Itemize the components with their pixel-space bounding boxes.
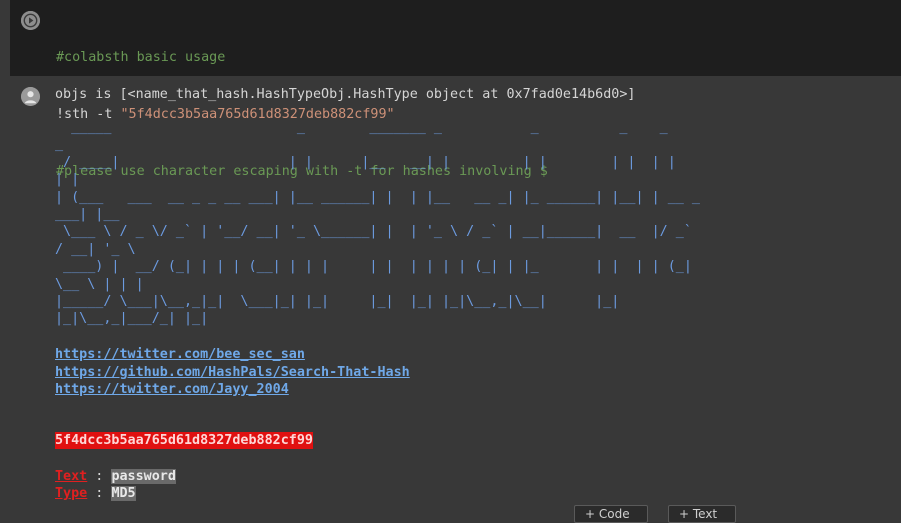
result-separator: :: [87, 486, 112, 501]
add-text-cell-button[interactable]: + Text: [668, 505, 736, 523]
link-github-search-that-hash[interactable]: https://github.com/HashPals/Search-That-…: [55, 364, 410, 381]
hash-value: 5f4dcc3b5aa765d61d8327deb882cf99: [55, 432, 313, 449]
code-line-comment-1: #colabsth basic usage: [56, 50, 226, 65]
output-avatar-icon[interactable]: [21, 87, 40, 106]
result-row-text: Text : password: [55, 468, 176, 485]
cell-output: objs is [<name_that_hash.HashTypeObj.Has…: [0, 76, 901, 514]
person-icon: [21, 87, 40, 106]
run-cell-button[interactable]: [21, 11, 40, 30]
result-key-text: Text: [55, 469, 88, 484]
result-key-type: Type: [55, 486, 88, 501]
result-row-type: Type : MD5: [55, 485, 136, 502]
result-value-md5: MD5: [111, 486, 136, 501]
result-value-password: password: [111, 469, 176, 484]
code-cell[interactable]: #colabsth basic usage !sth -t "5f4dcc3b5…: [10, 0, 901, 179]
result-separator: :: [87, 469, 112, 484]
objs-output-line: objs is [<name_that_hash.HashTypeObj.Has…: [55, 87, 636, 102]
play-icon: [21, 11, 40, 30]
link-twitter-bee-sec-san[interactable]: https://twitter.com/bee_sec_san: [55, 346, 305, 363]
link-twitter-jayy-2004[interactable]: https://twitter.com/Jayy_2004: [55, 381, 289, 398]
ascii-banner: _____ _ _______ _ _ _ _ _ / ____| | | |_…: [55, 120, 700, 327]
add-code-cell-button[interactable]: + Code: [574, 505, 648, 523]
